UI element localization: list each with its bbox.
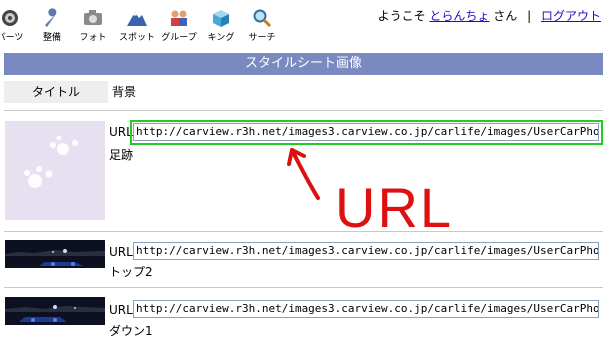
thumbnail-top2 [5, 240, 105, 268]
divider [4, 110, 603, 111]
nav-label: フォト [79, 33, 107, 43]
url-highlight-box [130, 120, 603, 145]
magnifier-icon [253, 9, 272, 28]
row-title: ダウン1 [109, 324, 153, 338]
nav-label: スポット [118, 33, 155, 43]
nav-item-group[interactable]: グループ [159, 8, 199, 43]
url-label: URL [109, 245, 133, 259]
column-header-title: タイトル [4, 81, 108, 103]
welcome-area: ようこそ とらんちょ さん | ログアウト [378, 7, 601, 24]
wrench-icon [45, 8, 57, 28]
thumbnail-down1 [5, 297, 105, 325]
mountain-icon [127, 12, 147, 26]
row-title: トップ2 [109, 265, 153, 279]
url-label: URL [109, 303, 133, 317]
nav-label: パーツ [0, 33, 24, 43]
logout-link[interactable]: ログアウト [541, 9, 601, 23]
username-link[interactable]: とらんちょ [429, 9, 489, 23]
nav-item-search[interactable]: サーチ [242, 8, 282, 43]
url-field[interactable]: http://carview.r3h.net/images3.carview.c… [133, 300, 599, 318]
wheel-icon [2, 10, 18, 26]
nav-label: 整備 [42, 33, 61, 43]
night-city-image [5, 297, 105, 325]
nav-item-parts[interactable]: パーツ [0, 8, 30, 43]
cube-icon [213, 10, 229, 27]
nav-item-king[interactable]: キング [201, 8, 241, 43]
nav-label: グループ [161, 33, 197, 43]
night-city-image [5, 240, 105, 268]
nav-item-spot[interactable]: スポット [117, 8, 157, 43]
welcome-suffix: さん [493, 9, 518, 23]
row-title: 足跡 [109, 148, 134, 162]
nav-item-photo[interactable]: フォト [73, 8, 113, 43]
footprint-image [24, 135, 78, 188]
separator: | [527, 9, 532, 23]
nav-item-maintenance[interactable]: 整備 [32, 8, 72, 43]
group-icon [171, 10, 187, 26]
nav-label: キング [207, 33, 235, 43]
url-field[interactable]: http://carview.r3h.net/images3.carview.c… [133, 242, 599, 260]
divider [4, 231, 603, 232]
thumbnail-footprint [5, 121, 105, 220]
column-header-background: 背景 [112, 85, 137, 99]
annotation-arrow [287, 148, 320, 200]
divider [4, 287, 603, 288]
page-title: スタイルシート画像 [4, 53, 603, 75]
welcome-prefix: ようこそ [377, 9, 426, 23]
camera-icon [84, 10, 102, 25]
nav-label: サーチ [248, 33, 276, 43]
top-nav: パーツ 整備 フォト スポット グループ キング サーチ ようこそ とらんちょ … [0, 0, 609, 50]
